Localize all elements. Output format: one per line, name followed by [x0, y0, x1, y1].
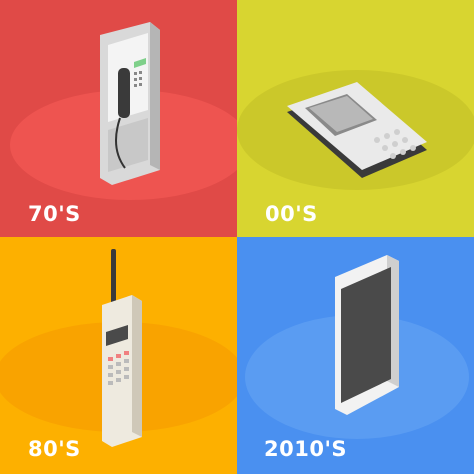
panel-80s: 80'S [0, 237, 237, 474]
panel-70s: 70'S [0, 0, 237, 237]
decade-label: 2010'S [264, 437, 348, 461]
decade-label: 70'S [28, 202, 81, 226]
panel-00s: 00'S [237, 0, 474, 237]
panel-2010s: 2010'S [237, 237, 474, 474]
decade-label: 00'S [265, 202, 318, 226]
decade-label: 80'S [28, 437, 81, 461]
